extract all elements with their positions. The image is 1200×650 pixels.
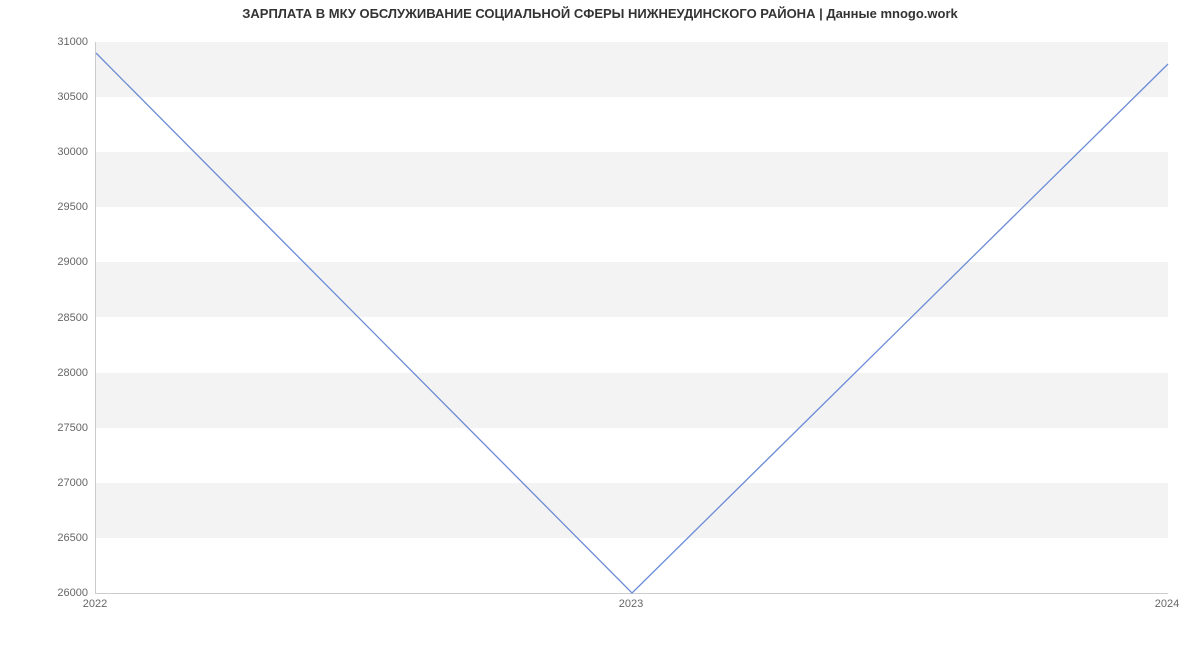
x-tick-label: 2023 <box>619 598 643 610</box>
plot-area <box>95 42 1168 594</box>
y-tick-label: 28500 <box>38 312 88 324</box>
chart-title: ЗАРПЛАТА В МКУ ОБСЛУЖИВАНИЕ СОЦИАЛЬНОЙ С… <box>0 6 1200 21</box>
y-tick-label: 26500 <box>38 532 88 544</box>
chart-container: ЗАРПЛАТА В МКУ ОБСЛУЖИВАНИЕ СОЦИАЛЬНОЙ С… <box>0 0 1200 650</box>
y-tick-label: 29000 <box>38 256 88 268</box>
y-tick-label: 30500 <box>38 91 88 103</box>
y-tick-label: 30000 <box>38 146 88 158</box>
line-layer <box>96 42 1168 593</box>
y-tick-label: 27500 <box>38 422 88 434</box>
x-tick-label: 2024 <box>1155 598 1179 610</box>
y-tick-label: 29500 <box>38 201 88 213</box>
salary-line <box>96 53 1168 593</box>
y-tick-label: 28000 <box>38 367 88 379</box>
x-tick-label: 2022 <box>83 598 107 610</box>
y-tick-label: 31000 <box>38 36 88 48</box>
y-tick-label: 26000 <box>38 587 88 599</box>
y-tick-label: 27000 <box>38 477 88 489</box>
